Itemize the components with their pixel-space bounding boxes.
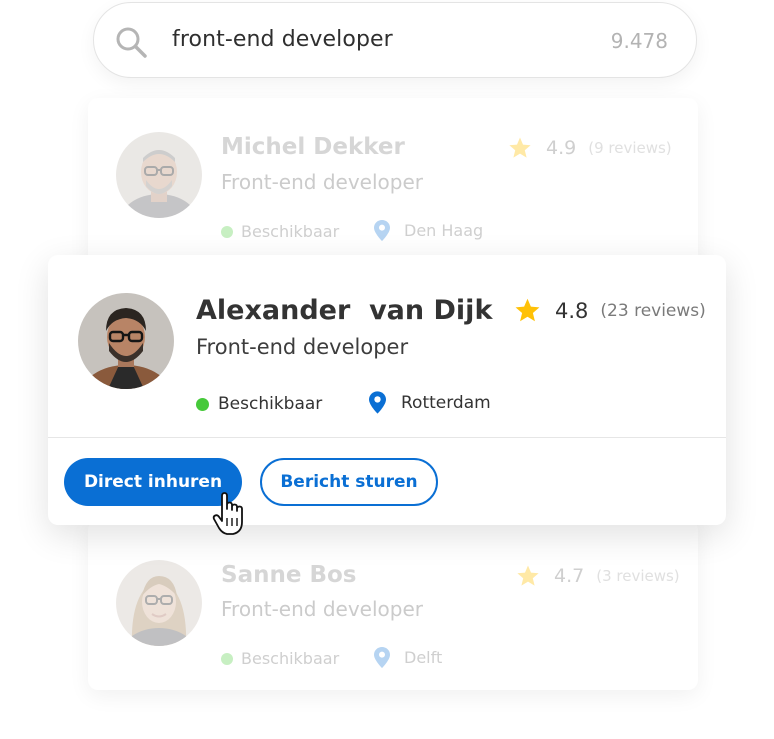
profile-role: Front-end developer — [221, 170, 423, 194]
profile-name[interactable]: Sanne Bos — [221, 562, 356, 588]
star-icon — [515, 298, 540, 322]
location-label: Den Haag — [404, 221, 484, 240]
status-dot-icon — [221, 225, 233, 238]
result-count: 9.478 — [610, 29, 668, 53]
status-dot-icon — [196, 397, 209, 411]
profile-role: Front-end developer — [196, 335, 409, 359]
rating-value: 4.9 — [546, 137, 577, 159]
rating-value: 4.8 — [555, 298, 589, 323]
status-label: Beschikbaar — [218, 394, 323, 414]
location-pin-icon — [374, 220, 390, 241]
profile-role: Front-end developer — [221, 597, 423, 621]
message-button[interactable]: Bericht sturen — [260, 458, 438, 506]
profile-card-sanne[interactable]: Sanne Bos Front-end developer Beschikbaa… — [88, 520, 698, 690]
location-pin-icon — [374, 647, 390, 668]
status-dot-icon — [221, 652, 233, 665]
rating: 4.9 (9 reviews) — [508, 136, 672, 160]
review-count[interactable]: (3 reviews) — [596, 567, 679, 585]
hand-cursor-icon — [212, 492, 243, 535]
profile-card-michel[interactable]: Michel Dekker Front-end developer Beschi… — [88, 98, 698, 268]
location-label: Rotterdam — [401, 392, 491, 413]
profile-card-alexander[interactable]: Alexander van Dijk Front-end developer B… — [48, 255, 726, 525]
location: Delft — [374, 647, 442, 668]
status-label: Beschikbaar — [241, 222, 340, 241]
rating-value: 4.7 — [554, 565, 585, 587]
search-input[interactable]: front-end developer — [172, 27, 393, 52]
location-label: Delft — [404, 648, 443, 667]
star-icon — [509, 137, 531, 158]
avatar — [116, 132, 202, 218]
availability-status: Beschikbaar — [221, 222, 339, 241]
rating: 4.7 (3 reviews) — [516, 564, 680, 588]
availability-status: Beschikbaar — [221, 649, 339, 668]
card-divider — [48, 437, 726, 438]
review-count[interactable]: (9 reviews) — [588, 139, 671, 157]
availability-status: Beschikbaar — [196, 394, 322, 414]
search-icon — [116, 27, 147, 58]
location: Den Haag — [374, 220, 483, 241]
avatar — [116, 560, 202, 646]
location-pin-icon — [369, 391, 386, 414]
review-count[interactable]: (23 reviews) — [600, 301, 705, 321]
status-label: Beschikbaar — [241, 649, 340, 668]
avatar — [78, 293, 174, 389]
profile-name[interactable]: Alexander van Dijk — [196, 295, 492, 326]
location: Rotterdam — [369, 391, 491, 414]
search-bar[interactable]: front-end developer 9.478 — [93, 2, 697, 78]
star-icon — [517, 565, 539, 586]
rating: 4.8 (23 reviews) — [514, 297, 706, 324]
profile-name[interactable]: Michel Dekker — [221, 134, 405, 160]
